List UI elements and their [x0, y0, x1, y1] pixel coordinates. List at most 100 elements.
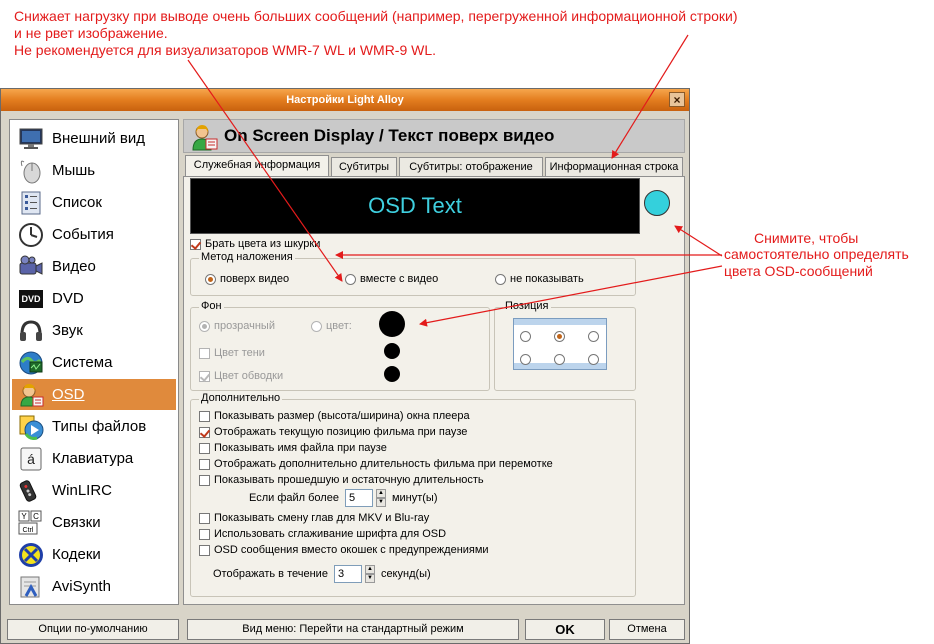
tab-subtitles-display[interactable]: Субтитры: отображение: [399, 157, 543, 176]
sidebar-item-list[interactable]: Список: [12, 187, 176, 218]
position-top-right-radio[interactable]: [588, 331, 599, 342]
checkbox-label: Показывать имя файла при паузе: [214, 442, 387, 454]
checkbox-box: [199, 426, 210, 438]
hotkeys-icon: Y C Ctrl: [18, 510, 44, 536]
spinner-unit: минут(ы): [391, 492, 438, 504]
show-elapsed-checkbox[interactable]: Показывать прошедшую и остаточную длител…: [199, 474, 484, 486]
spin-down-button[interactable]: ▼: [364, 574, 375, 583]
dvd-icon: DVD: [18, 286, 44, 312]
shadow-color-swatch[interactable]: [384, 343, 400, 359]
keyboard-icon: á: [18, 446, 44, 472]
sidebar-item-dvd[interactable]: DVD DVD: [12, 283, 176, 314]
menu-view-button[interactable]: Вид меню: Перейти на стандартный режим: [187, 619, 519, 640]
tab-info-line[interactable]: Информационная строка: [545, 157, 683, 176]
spin-up-button[interactable]: ▲: [364, 565, 375, 574]
outline-color-checkbox[interactable]: Цвет обводки: [199, 370, 283, 382]
position-top-center-radio[interactable]: [554, 331, 565, 342]
checkbox-box: [199, 474, 210, 486]
list-icon: [18, 190, 44, 216]
position-bottom-right-radio[interactable]: [588, 354, 599, 365]
antialias-checkbox[interactable]: Использовать сглаживание шрифта для OSD: [199, 528, 446, 540]
overlay-over-video-radio[interactable]: поверх видео: [205, 273, 289, 285]
radio-label: вместе с видео: [360, 273, 439, 285]
defaults-button[interactable]: Опции по-умолчанию: [7, 619, 179, 640]
show-size-checkbox[interactable]: Показывать размер (высота/ширина) окна п…: [199, 410, 470, 422]
radio-dot: [205, 273, 216, 285]
overlay-hide-radio[interactable]: не показывать: [495, 273, 584, 285]
outline-color-swatch[interactable]: [384, 366, 400, 382]
sidebar-item-filetypes[interactable]: Типы файлов: [12, 411, 176, 442]
background-group: Фон прозрачный цвет: Цвет тени Цвет обво…: [190, 300, 490, 391]
title-bar: Настройки Light Alloy ×: [1, 89, 689, 111]
avisynth-icon: [18, 574, 44, 600]
sidebar-item-sound[interactable]: Звук: [12, 315, 176, 346]
skin-colors-checkbox[interactable]: Брать цвета из шкурки: [190, 238, 320, 250]
show-duration-checkbox[interactable]: Отображать дополнительно длительность фи…: [199, 458, 553, 470]
radio-label: прозрачный: [214, 320, 275, 332]
spinner-arrows: ▲ ▼: [375, 489, 386, 507]
annotation-top-line2: и не рвет изображение.: [14, 25, 168, 41]
annotation-right-line1: Снимите, чтобы: [754, 230, 859, 246]
annotation-top-line1: Снижает нагрузку при выводе очень больши…: [14, 8, 738, 24]
show-chapters-checkbox[interactable]: Показывать смену глав для MKV и Blu-ray: [199, 512, 429, 524]
sidebar-item-label: Клавиатура: [52, 450, 134, 467]
codecs-icon: [18, 542, 44, 568]
clock-icon: [18, 222, 44, 248]
spinner-arrows: ▲ ▼: [364, 565, 375, 583]
background-color-radio[interactable]: цвет:: [311, 320, 352, 332]
display-duration-input[interactable]: 3: [333, 565, 362, 583]
shadow-color-checkbox[interactable]: Цвет тени: [199, 347, 265, 359]
position-stripe-top: [514, 319, 606, 325]
checkbox-box: [199, 458, 210, 470]
cancel-button[interactable]: Отмена: [609, 619, 685, 640]
checkbox-label: Брать цвета из шкурки: [205, 238, 321, 250]
position-bottom-left-radio[interactable]: [520, 354, 531, 365]
background-color-swatch[interactable]: [379, 311, 405, 337]
sidebar-item-events[interactable]: События: [12, 219, 176, 250]
spinner-label: Отображать в течение: [213, 568, 328, 580]
spin-down-button[interactable]: ▼: [375, 498, 386, 507]
overlay-method-group: Метод наложения поверх видео вместе с ви…: [190, 251, 636, 296]
sidebar-item-avisynth[interactable]: AviSynth: [12, 571, 176, 602]
checkbox-box: [199, 410, 210, 422]
show-filename-checkbox[interactable]: Показывать имя файла при паузе: [199, 442, 387, 454]
sidebar-item-osd[interactable]: OSD: [12, 379, 176, 410]
position-bottom-center-radio[interactable]: [554, 354, 565, 365]
checkbox-label: Показывать смену глав для MKV и Blu-ray: [214, 512, 430, 524]
radio-dot: [495, 273, 506, 285]
sidebar-item-video[interactable]: Видео: [12, 251, 176, 282]
sidebar-item-keyboard[interactable]: á Клавиатура: [12, 443, 176, 474]
sidebar: Внешний вид Мышь Список События Видео DV…: [9, 119, 179, 605]
ok-button[interactable]: OK: [525, 619, 605, 640]
osd-instead-dialogs-checkbox[interactable]: OSD сообщения вместо окошек с предупрежд…: [199, 544, 489, 556]
file-length-spinner: Если файл более 5 ▲ ▼ минут(ы): [249, 489, 438, 507]
sidebar-item-label: Внешний вид: [52, 130, 145, 147]
spinner-label: Если файл более: [249, 492, 339, 504]
sidebar-item-hotkeys[interactable]: Y C Ctrl Связки: [12, 507, 176, 538]
position-top-left-radio[interactable]: [520, 331, 531, 342]
settings-window: Настройки Light Alloy × Внешний вид Мышь…: [0, 88, 690, 644]
svg-text:á: á: [27, 451, 35, 467]
radio-label: цвет:: [326, 320, 352, 332]
checkbox-box: [199, 512, 210, 524]
tab-service-info[interactable]: Служебная информация: [185, 155, 329, 177]
osd-color-button[interactable]: [644, 190, 670, 216]
background-transparent-radio[interactable]: прозрачный: [199, 320, 275, 332]
filetypes-icon: [18, 414, 44, 440]
file-length-input[interactable]: 5: [344, 489, 373, 507]
svg-text:C: C: [33, 512, 39, 521]
checkbox-box: [199, 442, 210, 454]
mouse-icon: [18, 158, 44, 184]
close-button[interactable]: ×: [669, 92, 685, 107]
sidebar-item-appearance[interactable]: Внешний вид: [12, 123, 176, 154]
spin-up-button[interactable]: ▲: [375, 489, 386, 498]
tab-subtitles[interactable]: Субтитры: [331, 157, 397, 176]
sidebar-item-winlirc[interactable]: WinLIRC: [12, 475, 176, 506]
svg-text:DVD: DVD: [21, 294, 41, 304]
display-duration-spinner: Отображать в течение 3 ▲ ▼ секунд(ы): [213, 565, 431, 583]
show-position-pause-checkbox[interactable]: Отображать текущую позицию фильма при па…: [199, 426, 467, 438]
sidebar-item-mouse[interactable]: Мышь: [12, 155, 176, 186]
sidebar-item-codecs[interactable]: Кодеки: [12, 539, 176, 570]
overlay-with-video-radio[interactable]: вместе с видео: [345, 273, 438, 285]
sidebar-item-system[interactable]: Система: [12, 347, 176, 378]
